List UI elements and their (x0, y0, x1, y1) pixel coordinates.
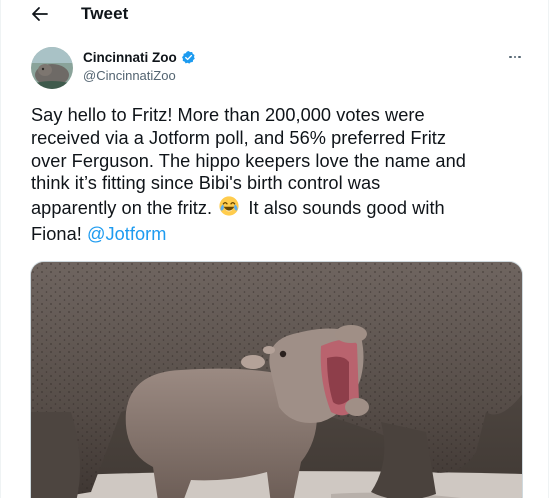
tweet-detail-panel: Tweet Cincinnati Zoo @CincinnatiZoo Say … (0, 0, 549, 498)
tweet-text-line: Say hello to Fritz! More than 200,000 vo… (31, 105, 425, 125)
author-handle[interactable]: @CincinnatiZoo (83, 68, 176, 83)
tweet-text-line: over Ferguson. The hippo keepers love th… (31, 150, 466, 171)
top-bar: Tweet (1, 0, 549, 30)
tweet-text-segment: It also sounds good with (248, 198, 445, 219)
avatar-image (31, 47, 73, 89)
arrow-left-icon (32, 7, 48, 21)
face-with-tears-of-joy-emoji (218, 195, 240, 223)
tweet-text-segment: apparently on the fritz. (31, 198, 213, 219)
tweet-text-line: think it’s fitting since Bibi's birth co… (31, 173, 381, 194)
more-options-button[interactable] (501, 47, 529, 67)
tweet-text-segment: Fiona! (31, 223, 82, 244)
more-options-icon (509, 55, 512, 59)
back-button[interactable] (23, 2, 57, 26)
mention-link[interactable]: @Jotform (87, 224, 167, 244)
tweet-text-line: Fiona! @Jotform (31, 223, 531, 246)
avatar[interactable] (31, 47, 73, 89)
hippo-photo (31, 262, 522, 498)
author-display-name: Cincinnati Zoo (83, 50, 177, 65)
tweet-media-image[interactable] (30, 261, 523, 498)
more-options-icon (518, 55, 521, 59)
page-title: Tweet (81, 4, 129, 23)
verified-badge-icon (181, 50, 195, 64)
author-name-row[interactable]: Cincinnati Zoo (83, 50, 196, 65)
tweet-text: Say hello to Fritz! More than 200,000 vo… (31, 104, 531, 246)
tweet-text-line: received via a Jotform poll, and 56% pre… (31, 127, 447, 148)
more-options-icon (513, 55, 517, 59)
tweet-text-line: apparently on the fritz. It also sounds … (31, 195, 531, 223)
